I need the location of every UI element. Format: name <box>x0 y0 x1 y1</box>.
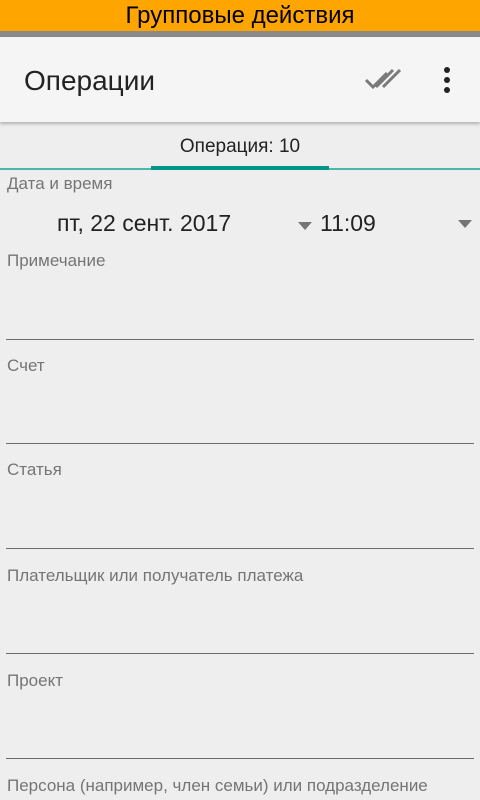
more-vert-icon <box>444 67 450 93</box>
person-label: Персона (например, член семьи) или подра… <box>7 776 428 795</box>
double-check-icon <box>364 68 402 90</box>
app-toolbar: Операции <box>0 37 480 122</box>
payer-label: Плательщик или получатель платежа <box>7 566 304 585</box>
tab-bar: Операция: 10 <box>0 124 480 170</box>
select-all-button[interactable] <box>362 61 406 99</box>
group-actions-banner[interactable]: Групповые действия <box>0 0 480 31</box>
article-input[interactable] <box>6 489 474 545</box>
time-dropdown-arrow-icon[interactable] <box>458 220 472 228</box>
project-input[interactable] <box>6 699 474 755</box>
group-actions-banner-text: Групповые действия <box>125 2 355 29</box>
account-label: Счет <box>7 356 45 375</box>
article-underline <box>6 548 474 549</box>
payer-underline <box>6 653 474 654</box>
article-label: Статья <box>7 460 62 479</box>
project-field <box>6 699 474 759</box>
account-field <box>6 384 474 444</box>
note-field <box>6 280 474 340</box>
project-underline <box>6 758 474 759</box>
date-dropdown-arrow-icon[interactable] <box>298 222 312 230</box>
datetime-label: Дата и время <box>7 174 113 193</box>
account-input[interactable] <box>6 384 474 440</box>
toolbar-title: Операции <box>24 65 155 96</box>
note-label: Примечание <box>7 251 106 270</box>
note-input[interactable] <box>6 280 474 336</box>
project-label: Проект <box>7 671 63 690</box>
time-spinner[interactable]: 11:09 <box>320 210 376 237</box>
account-underline <box>6 443 474 444</box>
more-options-button[interactable] <box>430 61 464 99</box>
tab-operation[interactable]: Операция: 10 <box>151 124 329 170</box>
article-field <box>6 489 474 549</box>
payer-input[interactable] <box>6 594 474 650</box>
date-spinner[interactable]: пт, 22 сент. 2017 <box>57 210 231 237</box>
tab-selected-indicator <box>151 166 329 170</box>
note-underline <box>6 339 474 340</box>
payer-field <box>6 594 474 654</box>
